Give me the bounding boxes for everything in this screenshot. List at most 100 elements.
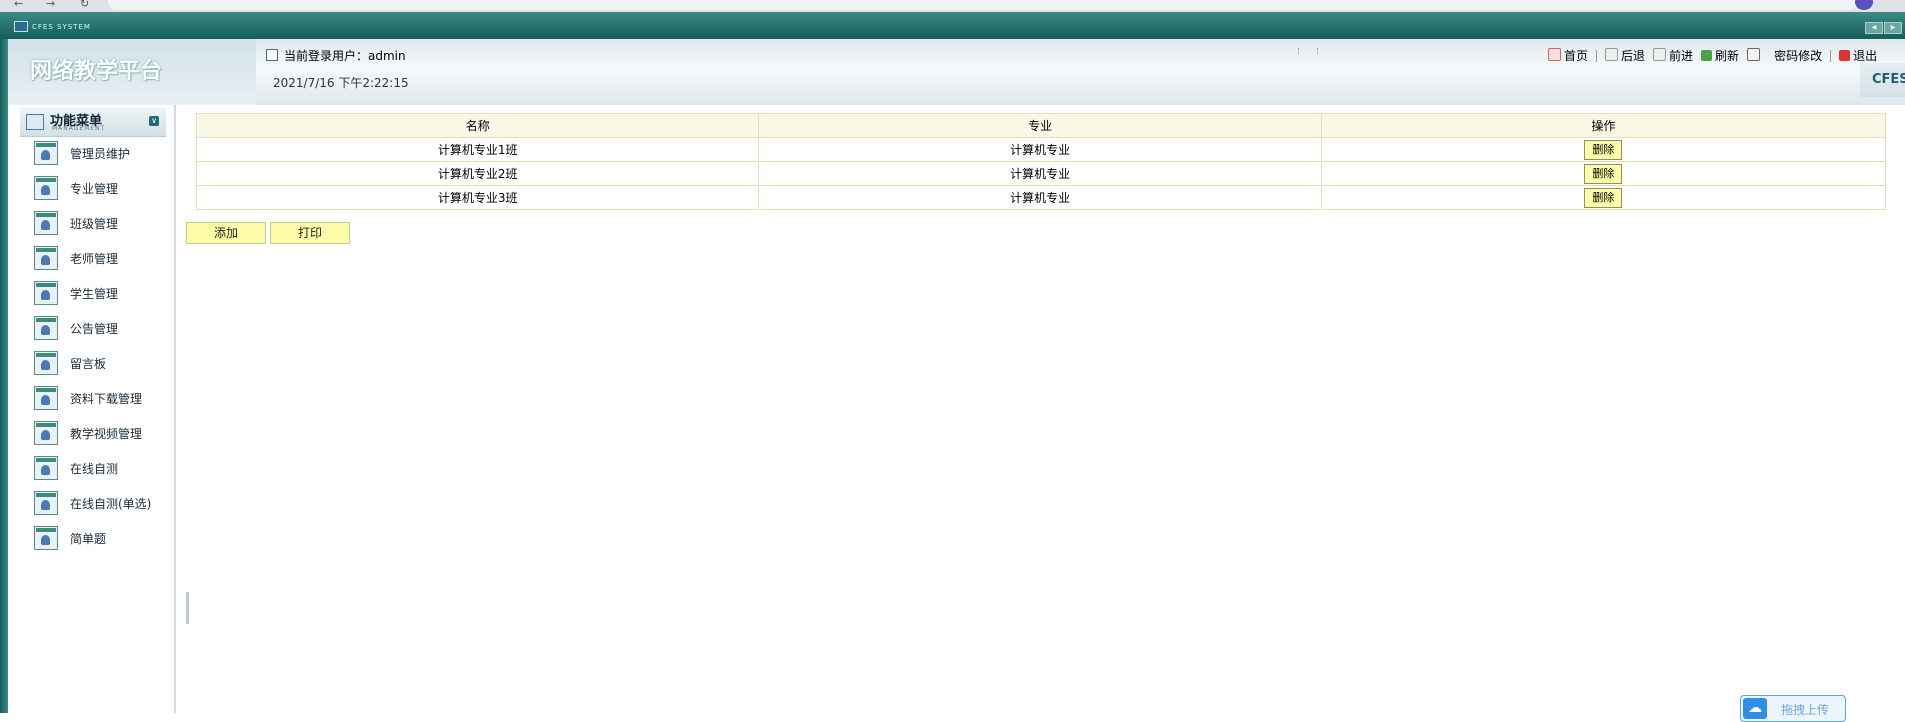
- sidebar-item-notice-management[interactable]: 公告管理: [34, 316, 174, 351]
- user-card-icon: [34, 526, 58, 550]
- datetime: 2021/7/16 下午2:22:15: [273, 76, 409, 90]
- logout-label: 退出: [1853, 49, 1878, 63]
- add-button[interactable]: 添加: [186, 222, 266, 244]
- sidebar-item-label: 专业管理: [70, 182, 119, 196]
- collapse-toggle-icon[interactable]: ∨: [149, 116, 159, 126]
- toolbar-separator: [1830, 50, 1832, 62]
- sidebar-item-admin-maintenance[interactable]: 管理员维护: [34, 141, 174, 176]
- window-titlebar: CFES SYSTEM ◀ ▶: [0, 12, 1905, 39]
- cell-major: 计算机专业: [758, 161, 1322, 186]
- edit-icon: [1747, 48, 1761, 61]
- brand-label: CFES: [1860, 63, 1905, 97]
- window-icon: [14, 21, 28, 32]
- user-card-icon: [34, 141, 58, 165]
- sidebar-item-download-management[interactable]: 资料下载管理: [34, 386, 174, 421]
- profile-avatar[interactable]: [1855, 0, 1873, 10]
- cell-action: 删除: [1320, 161, 1887, 186]
- drag-upload-label: 拖拽上传: [1781, 703, 1830, 717]
- user-card-icon: [34, 246, 58, 270]
- cell-name: 计算机专业2班: [195, 161, 760, 186]
- cell-action: 删除: [1320, 185, 1887, 210]
- sidebar-item-label: 在线自测: [70, 462, 119, 476]
- current-user-label: 当前登录用户：admin: [284, 49, 406, 63]
- column-header-action: 操作: [1320, 113, 1887, 138]
- sidebar-item-short-answer[interactable]: 简单题: [34, 526, 174, 561]
- print-button[interactable]: 打印: [270, 222, 350, 244]
- document-icon: [266, 49, 278, 61]
- table-header-row: 名称 专业 操作: [195, 113, 1887, 138]
- delete-button[interactable]: 删除: [1584, 187, 1623, 208]
- user-card-icon: [34, 456, 58, 480]
- user-card-icon: [34, 211, 58, 235]
- column-header-name: 名称: [195, 113, 760, 138]
- logout-icon: [1839, 50, 1851, 61]
- window-title: CFES SYSTEM: [32, 23, 91, 31]
- class-table: 名称 专业 操作 计算机专业1班 计算机专业 删除 计算机专业2班 计算机专业 …: [195, 113, 1887, 210]
- user-card-icon: [34, 316, 58, 340]
- address-bar[interactable]: [108, 0, 1858, 10]
- delete-button[interactable]: 删除: [1584, 163, 1623, 184]
- sidebar-item-student-management[interactable]: 学生管理: [34, 281, 174, 316]
- browser-forward-icon[interactable]: →: [46, 0, 55, 10]
- sidebar-item-label: 留言板: [70, 357, 107, 371]
- sidebar-item-label: 简单题: [70, 532, 107, 546]
- sidebar-item-label: 班级管理: [70, 217, 119, 231]
- table-row: 计算机专业1班 计算机专业 删除: [195, 137, 1887, 162]
- sidebar-item-label: 学生管理: [70, 287, 119, 301]
- change-password-button[interactable]: 密码修改: [1747, 47, 1822, 64]
- sidebar-item-message-board[interactable]: 留言板: [34, 351, 174, 386]
- sidebar-item-label: 教学视频管理: [70, 427, 143, 441]
- sidebar-item-label: 管理员维护: [70, 147, 131, 161]
- toolbar-separator: [1596, 50, 1598, 62]
- home-button[interactable]: 首页: [1548, 47, 1588, 64]
- menu-subtitle: MANAGEMENT: [52, 125, 106, 132]
- forward-arrow-icon: [1653, 48, 1667, 61]
- sidebar-item-major-management[interactable]: 专业管理: [34, 176, 174, 211]
- drag-upload-button[interactable]: ☁ 拖拽上传: [1740, 695, 1846, 722]
- drag-grip[interactable]: [1298, 48, 1318, 54]
- scroll-right-icon[interactable]: ▶: [1884, 22, 1902, 34]
- cell-name: 计算机专业3班: [195, 185, 760, 210]
- sidebar: 功能菜单 MANAGEMENT ∨ 管理员维护 专业管理 班级管理 老师管理 学…: [14, 105, 189, 713]
- scroll-left-icon[interactable]: ◀: [1865, 22, 1883, 34]
- cloud-upload-icon: ☁: [1743, 698, 1767, 719]
- forward-label: 前进: [1669, 49, 1694, 63]
- sidebar-item-online-test[interactable]: 在线自测: [34, 456, 174, 491]
- logout-button[interactable]: 退出: [1839, 47, 1877, 64]
- user-card-icon: [34, 421, 58, 445]
- browser-back-icon[interactable]: ←: [14, 0, 23, 10]
- header-logo-area: 网络教学平台: [8, 39, 256, 105]
- table-row: 计算机专业3班 计算机专业 删除: [195, 185, 1887, 210]
- user-card-icon: [34, 281, 58, 305]
- refresh-button[interactable]: 刷新: [1701, 47, 1739, 64]
- cell-action: 删除: [1320, 137, 1887, 162]
- cell-major: 计算机专业: [758, 137, 1322, 162]
- back-label: 后退: [1621, 49, 1646, 63]
- back-button[interactable]: 后退: [1605, 47, 1645, 64]
- sidebar-item-teacher-management[interactable]: 老师管理: [34, 246, 174, 281]
- menu-icon: [26, 114, 44, 130]
- browser-reload-icon[interactable]: ↻: [80, 0, 89, 10]
- user-card-icon: [34, 491, 58, 515]
- change-password-label: 密码修改: [1774, 49, 1823, 63]
- home-icon: [1548, 48, 1561, 61]
- cell-major: 计算机专业: [758, 185, 1322, 210]
- sidebar-item-class-management[interactable]: 班级管理: [34, 211, 174, 246]
- column-header-major: 专业: [758, 113, 1322, 138]
- main-content: 名称 专业 操作 计算机专业1班 计算机专业 删除 计算机专业2班 计算机专业 …: [186, 105, 1896, 722]
- browser-toolbar: ← → ↻: [0, 0, 1905, 12]
- forward-button[interactable]: 前进: [1653, 47, 1693, 64]
- sidebar-item-label: 公告管理: [70, 322, 119, 336]
- home-label: 首页: [1564, 49, 1589, 63]
- refresh-label: 刷新: [1715, 49, 1740, 63]
- cell-name: 计算机专业1班: [195, 137, 760, 162]
- platform-title: 网络教学平台: [30, 58, 163, 84]
- current-user: 当前登录用户：admin: [266, 47, 406, 64]
- back-arrow-icon: [1605, 48, 1619, 61]
- table-row: 计算机专业2班 计算机专业 删除: [195, 161, 1887, 186]
- sidebar-item-video-management[interactable]: 教学视频管理: [34, 421, 174, 456]
- sidebar-item-online-test-single[interactable]: 在线自测(单选): [34, 491, 174, 526]
- delete-button[interactable]: 删除: [1584, 139, 1623, 160]
- menu-header: 功能菜单 MANAGEMENT ∨: [20, 108, 166, 137]
- user-card-icon: [34, 176, 58, 200]
